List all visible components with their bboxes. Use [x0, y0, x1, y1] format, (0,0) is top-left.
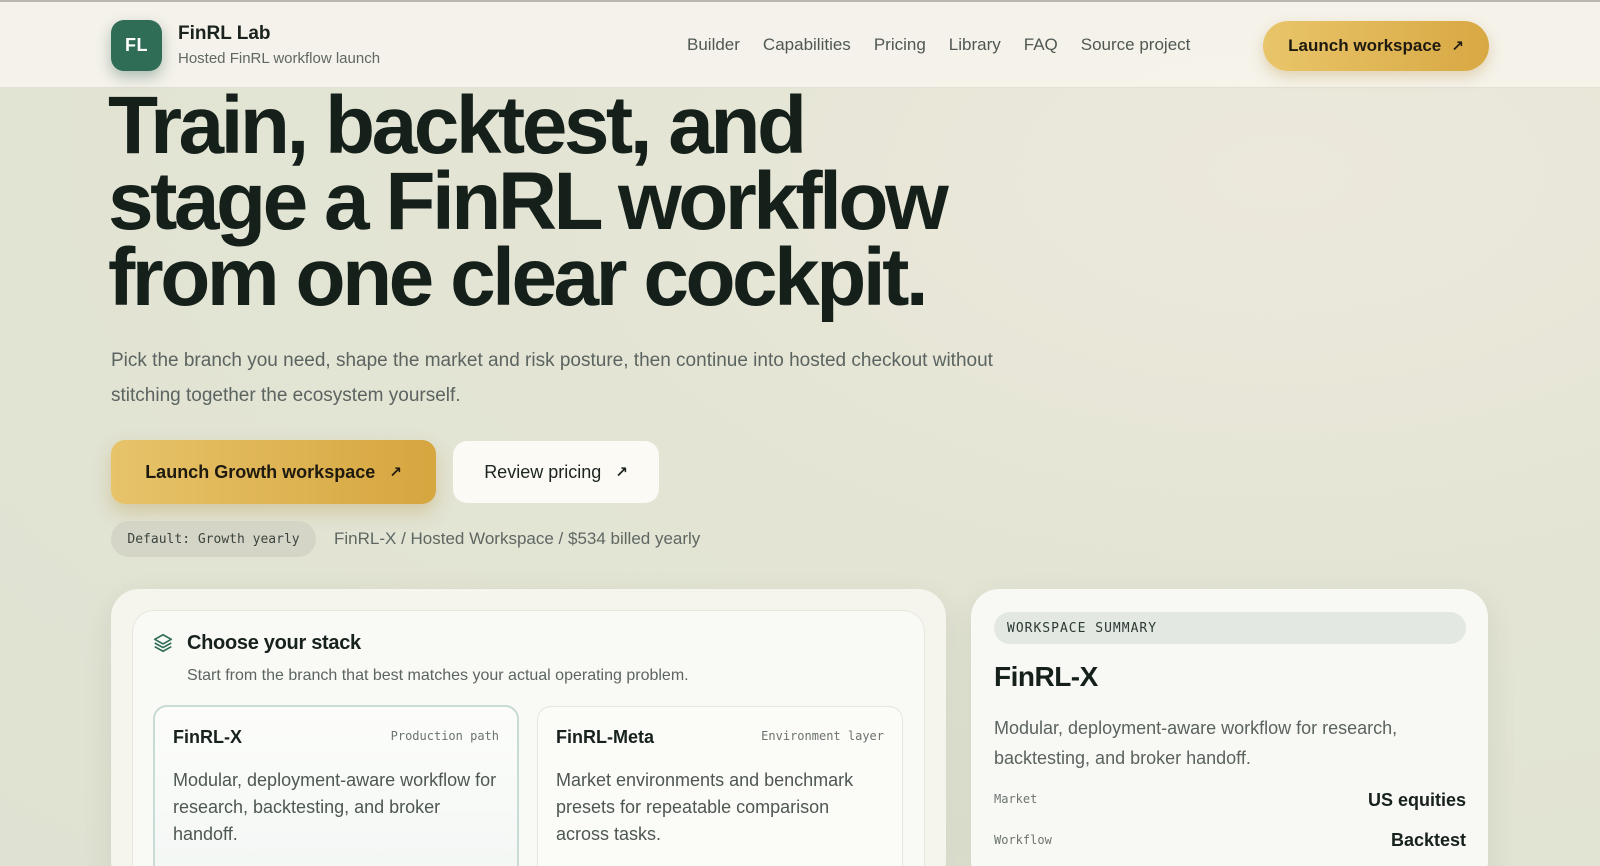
headline-line-3: from one clear cockpit.	[108, 232, 929, 323]
option-description: Market environments and benchmark preset…	[556, 770, 854, 844]
stack-option-finrl-x[interactable]: FinRL-X Production path Modular, deploym…	[153, 705, 519, 866]
arrow-up-right-icon: ↗	[615, 464, 628, 481]
stack-title: Choose your stack	[187, 632, 361, 654]
option-tag: Production path	[390, 729, 499, 743]
summary-workflow-value: Backtest	[1390, 830, 1466, 850]
headline-line-1: Train, backtest, and	[108, 80, 807, 171]
option-name: FinRL-Meta	[556, 727, 654, 747]
summary-label: WORKSPACE SUMMARY	[994, 612, 1466, 644]
default-plan-description: FinRL-X / Hosted Workspace / $534 billed…	[334, 529, 701, 548]
review-pricing-button[interactable]: Review pricing ↗	[453, 441, 659, 503]
option-name: FinRL-X	[173, 727, 242, 747]
arrow-up-right-icon: ↗	[389, 464, 402, 481]
nav-builder[interactable]: Builder	[687, 35, 740, 55]
summary-product-name: FinRL-X	[994, 661, 1098, 692]
brand-subtitle: Hosted FinRL workflow launch	[178, 50, 381, 67]
nav-capabilities[interactable]: Capabilities	[763, 35, 851, 55]
brand-name[interactable]: FinRL Lab	[178, 23, 271, 45]
review-pricing-label: Review pricing	[484, 461, 602, 482]
nav-library[interactable]: Library	[949, 35, 1001, 55]
summary-market-value: US equities	[1367, 790, 1466, 810]
hero-subtext: Pick the branch you need, shape the mark…	[111, 350, 993, 406]
main-nav: Builder Capabilities Pricing Library FAQ…	[687, 35, 1190, 55]
summary-market-key: Market	[994, 792, 1038, 806]
summary-workflow-key: Workflow	[994, 833, 1052, 847]
nav-pricing[interactable]: Pricing	[874, 35, 926, 55]
launch-workspace-button[interactable]: Launch workspace ↗	[1263, 21, 1489, 71]
arrow-up-right-icon: ↗	[1451, 38, 1464, 55]
site-header: FL FinRL Lab Hosted FinRL workflow launc…	[0, 2, 1600, 88]
brand-logo[interactable]: FL	[111, 20, 162, 71]
headline-line-2: stage a FinRL workflow	[108, 156, 949, 247]
default-plan-badge: Default: Growth yearly	[111, 521, 316, 557]
stack-subtitle: Start from the branch that best matches …	[187, 667, 689, 684]
layers-icon	[153, 633, 173, 653]
launch-growth-workspace-button[interactable]: Launch Growth workspace ↗	[111, 440, 436, 504]
option-description: Modular, deployment-aware workflow for r…	[173, 770, 497, 844]
nav-source-project[interactable]: Source project	[1081, 35, 1191, 55]
launch-workspace-label: Launch workspace	[1288, 36, 1442, 55]
nav-faq[interactable]: FAQ	[1024, 35, 1058, 55]
hero-headline: Train, backtest, and stage a FinRL workf…	[108, 80, 1008, 323]
stack-option-finrl-meta[interactable]: FinRL-Meta Environment layer Market envi…	[537, 706, 903, 866]
summary-description: Modular, deployment-aware workflow for r…	[994, 718, 1398, 768]
launch-growth-label: Launch Growth workspace	[145, 461, 376, 482]
option-tag: Environment layer	[761, 729, 884, 743]
